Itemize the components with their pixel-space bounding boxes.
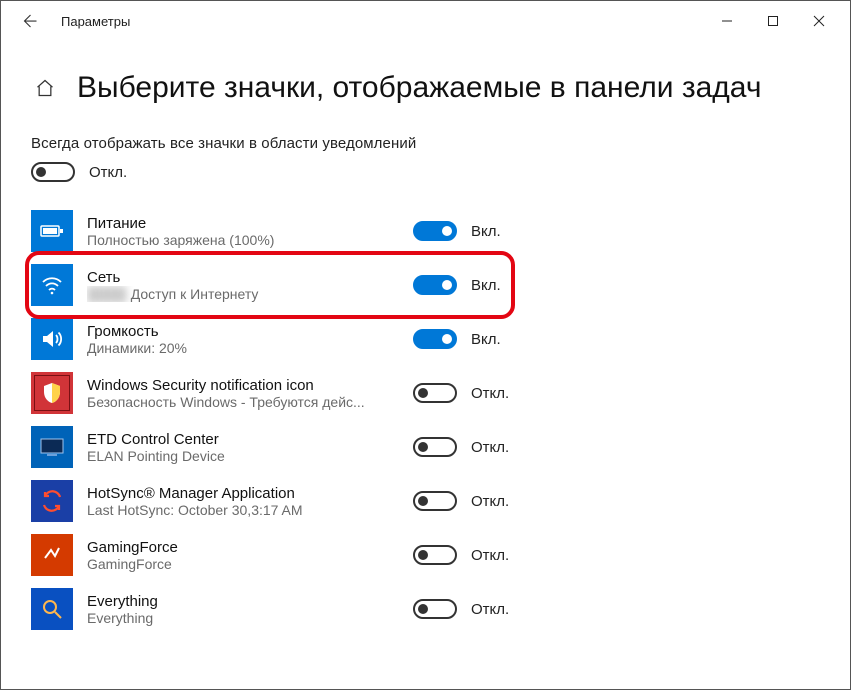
item-toggle-state: Откл. [471, 547, 509, 564]
item-subtitle: Динамики: 20% [87, 340, 407, 356]
item-toggle-wrap: Откл. [413, 491, 509, 511]
app-title: Параметры [61, 14, 130, 29]
item-subtitle: ELAN Pointing Device [87, 448, 407, 464]
back-button[interactable] [9, 1, 49, 41]
security-icon [31, 372, 73, 414]
always-show-label: Всегда отображать все значки в области у… [31, 135, 820, 152]
item-title: Питание [87, 215, 407, 232]
item-toggle-state: Вкл. [471, 331, 501, 348]
hotsync-icon [31, 480, 73, 522]
titlebar: Параметры [1, 1, 850, 41]
always-show-toggle[interactable] [31, 162, 75, 182]
item-toggle[interactable] [413, 545, 457, 565]
items-list: ПитаниеПолностью заряжена (100%)Вкл.Сеть… [31, 204, 820, 636]
item-title: HotSync® Manager Application [87, 485, 407, 502]
item-toggle[interactable] [413, 491, 457, 511]
item-toggle-state: Вкл. [471, 223, 501, 240]
item-labels: Windows Security notification iconБезопа… [87, 377, 407, 410]
maximize-button[interactable] [750, 1, 796, 41]
etd-icon [31, 426, 73, 468]
page-title: Выберите значки, отображаемые в панели з… [77, 71, 761, 105]
item-title: Сеть [87, 269, 407, 286]
item-labels: ETD Control CenterELAN Pointing Device [87, 431, 407, 464]
item-toggle[interactable] [413, 275, 457, 295]
item-labels: EverythingEverything [87, 593, 407, 626]
item-toggle[interactable] [413, 221, 457, 241]
item-toggle-wrap: Откл. [413, 545, 509, 565]
item-toggle[interactable] [413, 383, 457, 403]
item-toggle-wrap: Вкл. [413, 275, 501, 295]
item-toggle[interactable] [413, 329, 457, 349]
page-header: Выберите значки, отображаемые в панели з… [1, 41, 850, 123]
item-title: Everything [87, 593, 407, 610]
list-item: Сеть████Доступ к Интернету Вкл. [31, 258, 820, 312]
item-title: Громкость [87, 323, 407, 340]
item-subtitle: Полностью заряжена (100%) [87, 232, 407, 248]
item-toggle[interactable] [413, 437, 457, 457]
list-item: GamingForceGamingForce Откл. [31, 528, 820, 582]
item-toggle-state: Откл. [471, 493, 509, 510]
battery-icon [31, 210, 73, 252]
always-show-toggle-row: Откл. [31, 162, 820, 182]
item-toggle-wrap: Откл. [413, 383, 509, 403]
content: Всегда отображать все значки в области у… [1, 123, 850, 648]
list-item: Windows Security notification iconБезопа… [31, 366, 820, 420]
item-labels: Сеть████Доступ к Интернету [87, 269, 407, 302]
item-toggle-state: Вкл. [471, 277, 501, 294]
item-subtitle: GamingForce [87, 556, 407, 572]
item-subtitle: Безопасность Windows - Требуются дейс... [87, 394, 407, 410]
item-toggle-wrap: Откл. [413, 599, 509, 619]
home-button[interactable] [31, 74, 59, 102]
minimize-button[interactable] [704, 1, 750, 41]
wifi-icon [31, 264, 73, 306]
item-subtitle: Last HotSync: October 30,3:17 AM [87, 502, 407, 518]
item-toggle-state: Откл. [471, 385, 509, 402]
item-title: GamingForce [87, 539, 407, 556]
list-item: HotSync® Manager ApplicationLast HotSync… [31, 474, 820, 528]
list-item: ГромкостьДинамики: 20% Вкл. [31, 312, 820, 366]
item-toggle-state: Откл. [471, 439, 509, 456]
ev-icon [31, 588, 73, 630]
gf-icon [31, 534, 73, 576]
close-button[interactable] [796, 1, 842, 41]
item-labels: GamingForceGamingForce [87, 539, 407, 572]
list-item: ETD Control CenterELAN Pointing Device От… [31, 420, 820, 474]
item-toggle-wrap: Откл. [413, 437, 509, 457]
item-subtitle: ████Доступ к Интернету [87, 286, 407, 302]
item-toggle-wrap: Вкл. [413, 221, 501, 241]
item-title: ETD Control Center [87, 431, 407, 448]
item-toggle-wrap: Вкл. [413, 329, 501, 349]
item-subtitle: Everything [87, 610, 407, 626]
list-item: EverythingEverything Откл. [31, 582, 820, 636]
item-labels: HotSync® Manager ApplicationLast HotSync… [87, 485, 407, 518]
speaker-icon [31, 318, 73, 360]
item-labels: ГромкостьДинамики: 20% [87, 323, 407, 356]
always-show-state: Откл. [89, 164, 127, 181]
item-labels: ПитаниеПолностью заряжена (100%) [87, 215, 407, 248]
item-toggle-state: Откл. [471, 601, 509, 618]
item-toggle[interactable] [413, 599, 457, 619]
item-title: Windows Security notification icon [87, 377, 407, 394]
list-item: ПитаниеПолностью заряжена (100%) Вкл. [31, 204, 820, 258]
window-controls [704, 1, 842, 41]
